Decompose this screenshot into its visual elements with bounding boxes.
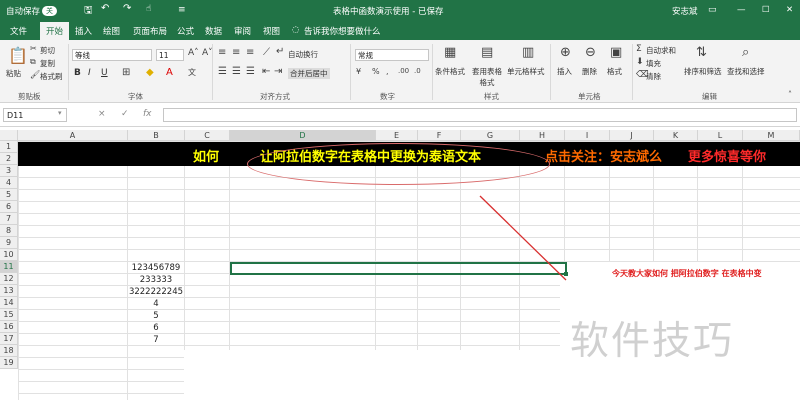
arrow-line bbox=[479, 195, 567, 281]
annotation-note: 今天教大家如何 把阿拉伯数字 在表格中变 bbox=[612, 269, 762, 278]
watermark-text: 软件技巧 bbox=[570, 319, 735, 364]
